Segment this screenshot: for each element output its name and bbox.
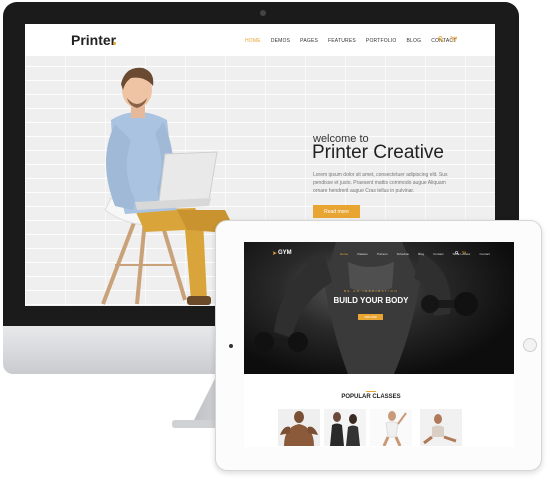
hero-description: Lorem ipsum dolor sit amet, consectetuer… [313, 172, 448, 194]
bodybuilder-image [278, 409, 320, 446]
gym-hero-headline: BUILD YOUR BODY [333, 296, 409, 305]
gym-hero-section: ➤ GYM Home Classes Trainers Schedule Blo… [244, 242, 514, 374]
tablet-nav-contact[interactable]: Contact [433, 252, 443, 256]
search-icon[interactable] [438, 36, 444, 42]
desktop-nav-pages[interactable]: PAGES [300, 38, 318, 44]
logo-dot [113, 42, 116, 45]
gym-logo-icon: ➤ [272, 251, 278, 257]
ipad-camera [229, 344, 233, 348]
desktop-navbar: Printer HOME DEMOS PAGES FEATURES PORTFO… [25, 24, 495, 56]
gym-logo[interactable]: GYM [278, 250, 292, 256]
stretching-woman-image [420, 409, 462, 446]
tablet-nav-trainers[interactable]: Trainers [377, 252, 388, 256]
fitness-women-image [324, 409, 366, 446]
ipad-home-button [523, 338, 537, 352]
tablet-nav-home[interactable]: Home [340, 252, 348, 256]
tablet-nav-contact-2[interactable]: Contact [479, 252, 489, 256]
tablet-website-screen: ➤ GYM Home Classes Trainers Schedule Blo… [244, 242, 514, 447]
desktop-nav-blog[interactable]: BLOG [407, 38, 422, 44]
class-thumbnail-stretching[interactable] [420, 409, 462, 446]
read-more-button[interactable]: Read more [313, 205, 360, 218]
yoga-woman-image [370, 409, 412, 446]
class-thumbnail-bodybuilding[interactable] [278, 409, 320, 446]
desktop-nav-demos[interactable]: DEMOS [271, 38, 290, 44]
classes-divider [366, 391, 376, 392]
hero-title: Printer Creative [312, 142, 444, 163]
desktop-logo[interactable]: Printer [71, 32, 116, 48]
athlete-with-dumbbells-image [254, 242, 478, 374]
cart-icon[interactable] [450, 36, 457, 42]
search-icon[interactable] [455, 251, 459, 255]
gym-hero-kicker: BE AN INSPIRATION [343, 289, 399, 293]
class-thumbnail-fitness[interactable] [324, 409, 366, 446]
tablet-menu: Home Classes Trainers Schedule Blog Cont… [340, 252, 490, 256]
tablet-nav-classes[interactable]: Classes [357, 252, 368, 256]
desktop-menu: HOME DEMOS PAGES FEATURES PORTFOLIO BLOG… [245, 38, 456, 44]
cart-icon[interactable] [462, 251, 466, 255]
class-thumbnail-yoga[interactable] [370, 409, 412, 446]
tablet-nav-blog[interactable]: Blog [418, 252, 424, 256]
desktop-nav-home[interactable]: HOME [245, 38, 261, 44]
join-now-button[interactable]: JOIN NOW [358, 314, 383, 320]
popular-classes-title: POPULAR CLASSES [341, 394, 401, 400]
desktop-nav-portfolio[interactable]: PORTFOLIO [366, 38, 397, 44]
imac-camera [260, 10, 266, 16]
tablet-nav-schedule[interactable]: Schedule [397, 252, 410, 256]
desktop-nav-features[interactable]: FEATURES [328, 38, 356, 44]
